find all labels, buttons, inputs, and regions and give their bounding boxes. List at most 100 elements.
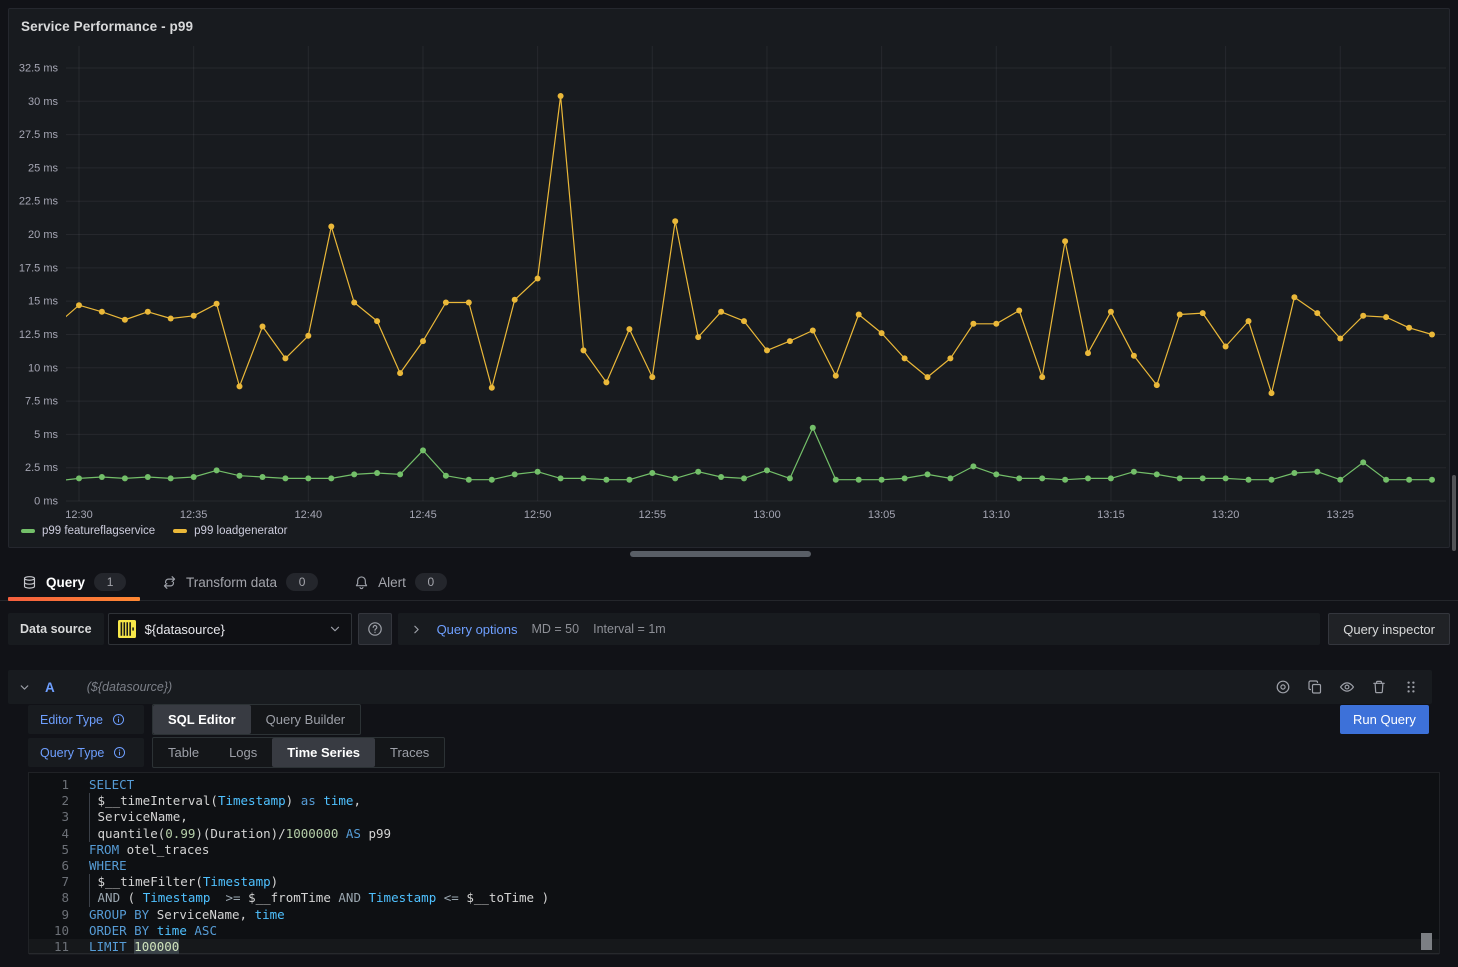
legend-item[interactable]: p99 featureflagservice [21,525,155,537]
line-content: quantile(0.99)(Duration)/1000000 AS p99 [89,826,1439,842]
timeseries-chart: 0 ms2.5 ms5 ms7.5 ms10 ms12.5 ms15 ms17.… [9,9,1449,521]
datasource-toolbar: Data source ${datasource} Query options … [8,613,1450,645]
svg-text:12.5 ms: 12.5 ms [19,329,59,341]
collapse-chevron-icon[interactable] [18,681,31,694]
run-query-button[interactable]: Run Query [1340,705,1429,734]
line-content: $__timeFilter(Timestamp) [89,874,1439,890]
line-content: AND ( Timestamp >= $__fromTime AND Times… [89,890,1439,906]
option-table[interactable]: Table [153,738,214,767]
svg-text:12:45: 12:45 [409,509,437,521]
svg-text:10 ms: 10 ms [28,362,58,374]
datasource-picker[interactable]: ${datasource} [108,613,352,645]
line-number: 4 [29,826,89,842]
line-content: GROUP BY ServiceName, time [89,907,1439,923]
query-options-md: MD = 50 [532,622,580,636]
query-type-row: Query Type TableLogsTime SeriesTraces [28,738,445,767]
code-lines: 1SELECT2 $__timeInterval(Timestamp) as t… [29,777,1439,955]
query-type-switch: TableLogsTime SeriesTraces [152,737,445,768]
eye-icon[interactable] [1336,676,1358,698]
page-scrollbar-thumb[interactable] [1452,475,1456,551]
line-number: 10 [29,923,89,939]
clickhouse-logo-icon [118,620,136,638]
editor-type-label-text: Editor Type [40,713,103,727]
line-number: 11 [29,939,89,955]
line-content: ORDER BY time ASC [89,923,1439,939]
tab-alert[interactable]: Alert0 [340,564,461,600]
code-line: 9GROUP BY ServiceName, time [29,907,1439,923]
tab-badge: 1 [94,573,126,591]
database-icon [22,575,37,590]
option-time-series[interactable]: Time Series [272,738,375,767]
svg-text:12:35: 12:35 [180,509,208,521]
svg-text:27.5 ms: 27.5 ms [19,129,59,141]
query-inspector-button[interactable]: Query inspector [1328,613,1450,645]
tab-badge: 0 [286,573,318,591]
svg-text:13:15: 13:15 [1097,509,1125,521]
code-line: 8 AND ( Timestamp >= $__fromTime AND Tim… [29,890,1439,906]
legend-label: p99 loadgenerator [194,525,287,537]
svg-text:13:25: 13:25 [1327,509,1355,521]
svg-text:25 ms: 25 ms [28,162,58,174]
timeseries-panel: Service Performance - p99 0 ms2.5 ms5 ms… [8,8,1450,548]
tab-transform-data[interactable]: Transform data0 [148,564,332,600]
code-line: 10ORDER BY time ASC [29,923,1439,939]
active-tab-underline [8,597,140,601]
info-circle-icon[interactable] [113,746,126,759]
tab-label: Query [46,575,85,590]
code-line: 11LIMIT 100000 [29,939,1439,955]
svg-text:12:30: 12:30 [65,509,93,521]
query-ref-id: A [45,680,55,695]
code-line: 2 $__timeInterval(Timestamp) as time, [29,793,1439,809]
line-number: 8 [29,890,89,906]
line-number: 1 [29,777,89,793]
tab-query[interactable]: Query 1 [8,564,140,600]
line-number: 2 [29,793,89,809]
copy-icon[interactable] [1304,676,1326,698]
svg-text:7.5 ms: 7.5 ms [25,396,59,408]
panel-editor-tabs: Query 1 Transform data0Alert0 [0,564,1458,601]
datasource-value: ${datasource} [145,622,319,637]
line-number: 3 [29,809,89,825]
datasource-help-button[interactable] [358,613,392,645]
option-traces[interactable]: Traces [375,738,444,767]
line-content: WHERE [89,858,1439,874]
tab-badge: 0 [415,573,447,591]
trash-icon[interactable] [1368,676,1390,698]
code-line: 5FROM otel_traces [29,842,1439,858]
horizontal-scrollbar-thumb[interactable] [630,551,811,557]
editor-scrollbar-thumb[interactable] [1421,933,1432,950]
info-circle-icon[interactable] [112,713,125,726]
legend-item[interactable]: p99 loadgenerator [173,525,287,537]
line-content: ServiceName, [89,809,1439,825]
line-content: SELECT [89,777,1439,793]
query-type-label: Query Type [28,738,144,767]
drag-handle-icon[interactable] [1400,676,1422,698]
query-options-bar[interactable]: Query options MD = 50 Interval = 1m [398,613,1321,645]
option-logs[interactable]: Logs [214,738,272,767]
svg-text:0 ms: 0 ms [34,496,58,508]
svg-text:15 ms: 15 ms [28,296,58,308]
query-row-header[interactable]: A (${datasource}) [8,670,1432,704]
line-number: 7 [29,874,89,890]
svg-text:30 ms: 30 ms [28,96,58,108]
line-content: FROM otel_traces [89,842,1439,858]
line-content: $__timeInterval(Timestamp) as time, [89,793,1439,809]
option-sql-editor[interactable]: SQL Editor [153,705,251,734]
legend-swatch [21,529,35,533]
sql-code-editor[interactable]: 1SELECT2 $__timeInterval(Timestamp) as t… [28,772,1440,954]
query-options-link[interactable]: Query options [437,622,518,637]
chevron-right-icon [410,623,423,636]
legend-label: p99 featureflagservice [42,525,155,537]
code-line: 4 quantile(0.99)(Duration)/1000000 AS p9… [29,826,1439,842]
code-line: 3 ServiceName, [29,809,1439,825]
code-line: 6WHERE [29,858,1439,874]
svg-text:32.5 ms: 32.5 ms [19,63,59,75]
query-row-actions [1272,676,1422,698]
svg-text:12:55: 12:55 [639,509,667,521]
editor-type-switch: SQL EditorQuery Builder [152,704,361,735]
code-line: 1SELECT [29,777,1439,793]
option-query-builder[interactable]: Query Builder [251,705,360,734]
svg-text:5 ms: 5 ms [34,429,58,441]
line-number: 6 [29,858,89,874]
record-icon[interactable] [1272,676,1294,698]
